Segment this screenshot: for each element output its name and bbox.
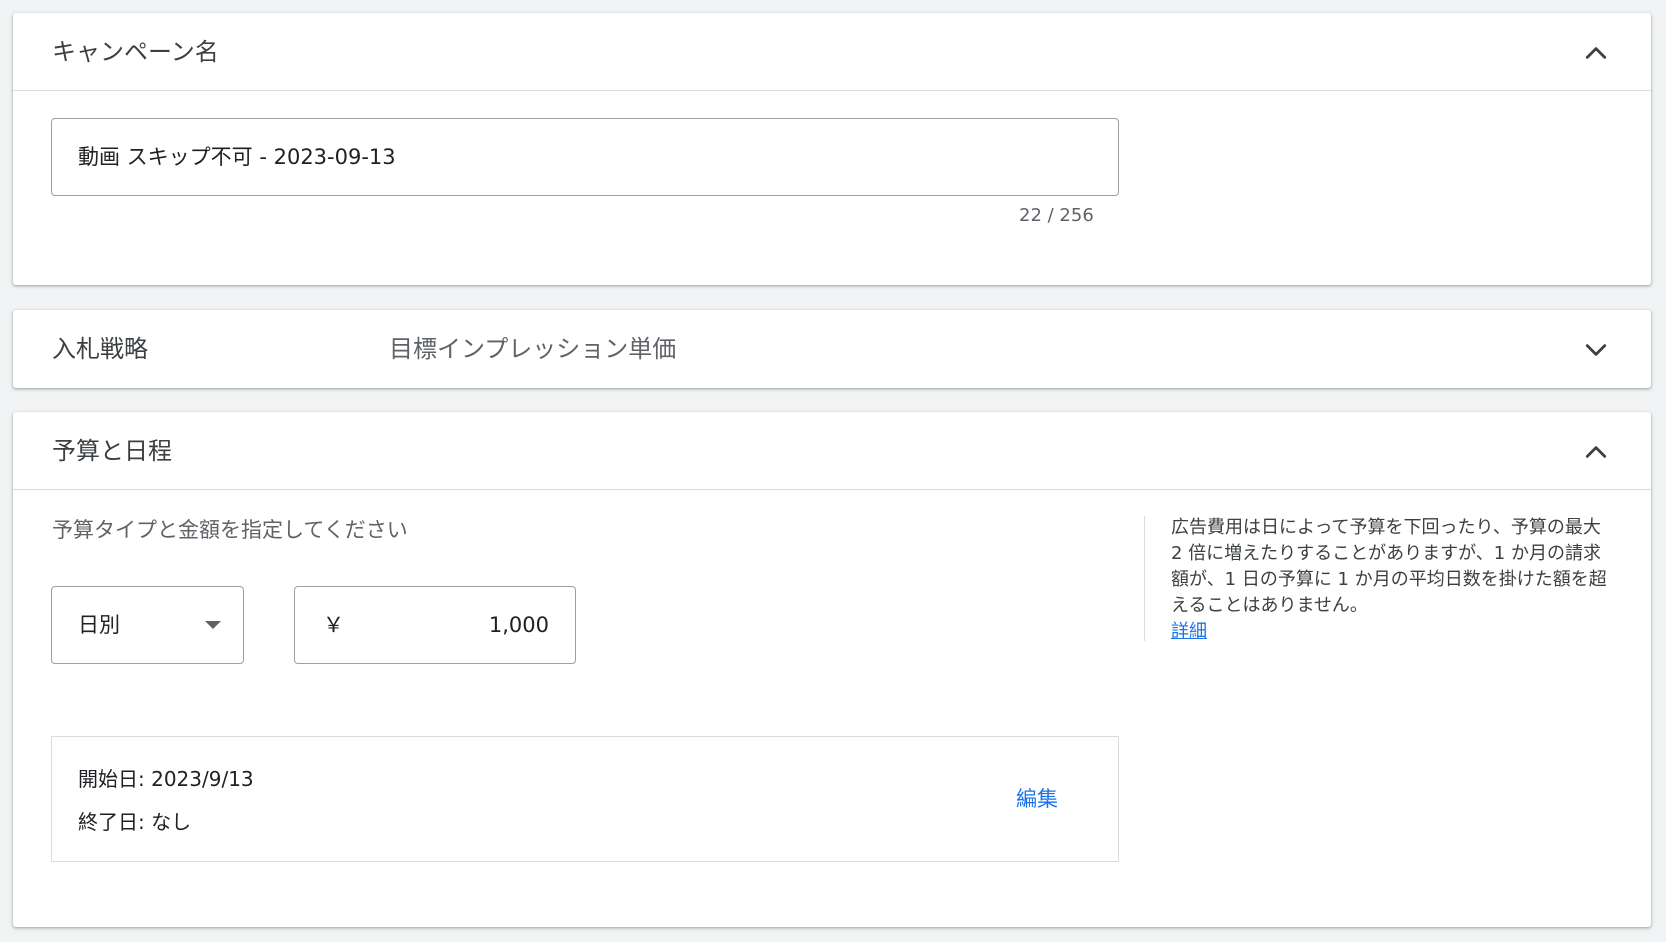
start-date: 開始日: 2023/9/13	[78, 767, 254, 791]
budget-prompt: 予算タイプと金額を指定してください	[52, 518, 408, 542]
budget-amount-input[interactable]: ￥ 1,000	[294, 586, 576, 664]
bid-strategy-value: 目標インプレッション単価	[389, 335, 677, 363]
schedule-summary: 開始日: 2023/9/13 終了日: なし 編集	[51, 736, 1119, 862]
campaign-name-title: キャンペーン名	[52, 38, 219, 66]
char-count: 22 / 256	[1019, 205, 1094, 226]
learn-more-link[interactable]: 詳細	[1171, 619, 1207, 645]
end-date: 終了日: なし	[78, 810, 192, 834]
budget-info-panel: 広告費用は日によって予算を下回ったり、予算の最大 2 倍に増えたりすることがあり…	[1144, 516, 1610, 642]
bid-strategy-header[interactable]: 入札戦略 目標インプレッション単価	[13, 310, 1651, 388]
chevron-down-icon[interactable]	[1581, 335, 1611, 365]
chevron-up-icon[interactable]	[1581, 38, 1611, 68]
campaign-name-card: キャンペーン名 動画 スキップ不可 - 2023-09-13 22 / 256	[13, 13, 1651, 285]
edit-schedule-button[interactable]: 編集	[1016, 783, 1058, 813]
chevron-up-icon[interactable]	[1581, 437, 1611, 467]
campaign-name-input[interactable]: 動画 スキップ不可 - 2023-09-13	[51, 118, 1119, 196]
currency-symbol: ￥	[323, 613, 344, 637]
budget-amount-value: 1,000	[488, 613, 549, 637]
bid-strategy-card[interactable]: 入札戦略 目標インプレッション単価	[13, 310, 1651, 388]
budget-type-select[interactable]: 日別	[51, 586, 244, 664]
campaign-name-header[interactable]: キャンペーン名	[13, 13, 1651, 91]
bid-strategy-title: 入札戦略	[52, 335, 148, 363]
budget-schedule-card: 予算と日程 予算タイプと金額を指定してください 日別 ￥ 1,000 広告費用は…	[13, 412, 1651, 927]
budget-schedule-title: 予算と日程	[52, 437, 172, 465]
budget-schedule-header[interactable]: 予算と日程	[13, 412, 1651, 490]
dropdown-arrow-icon	[205, 621, 221, 629]
budget-type-value: 日別	[78, 613, 120, 637]
budget-info-text: 広告費用は日によって予算を下回ったり、予算の最大 2 倍に増えたりすることがあり…	[1171, 517, 1607, 616]
